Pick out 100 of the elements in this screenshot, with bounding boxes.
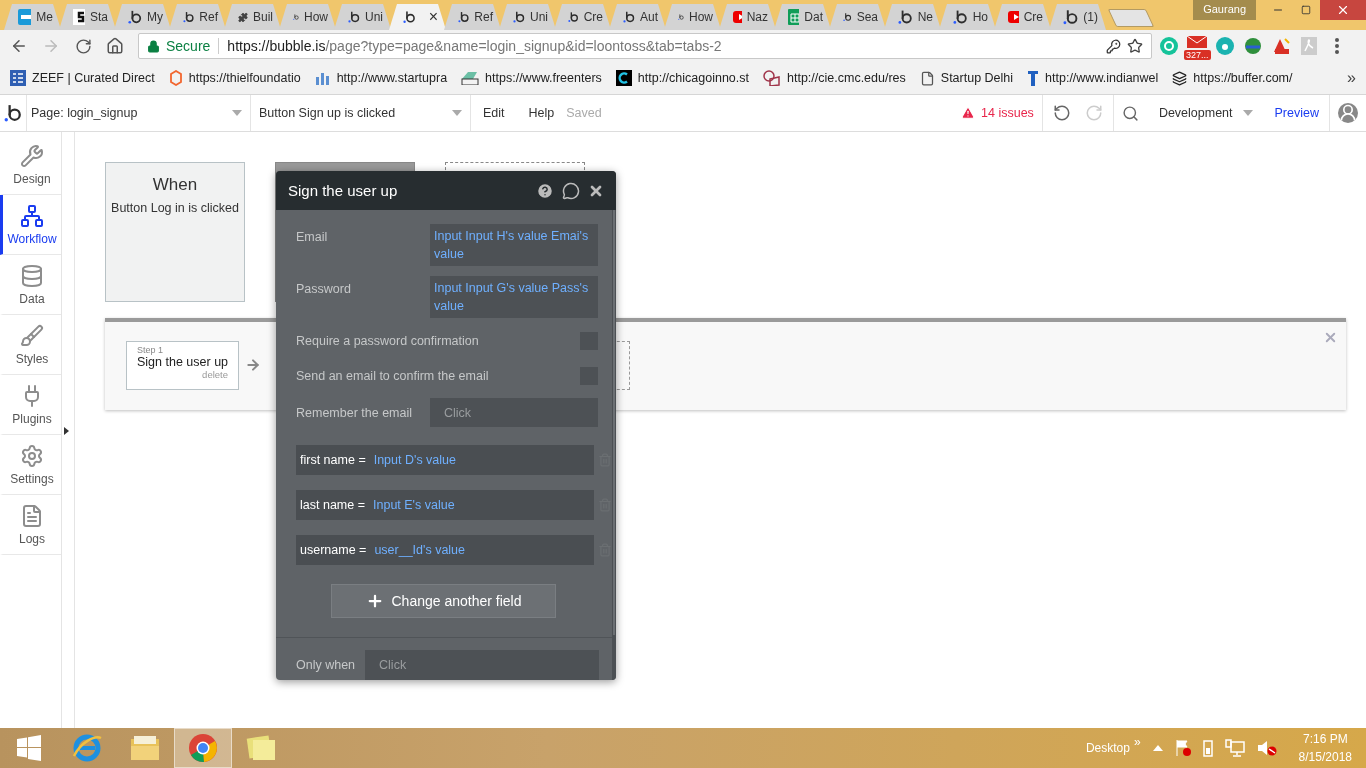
field-assignment[interactable]: last name = Input E's value [296,490,594,520]
search-icon[interactable] [1121,104,1139,122]
bubble-logo-icon [4,104,22,122]
issues-button[interactable]: 14 issues [953,95,1043,131]
event-name: Button Log in is clicked [111,201,239,215]
browser-tab[interactable]: × [389,4,446,30]
extension-icon[interactable] [1158,35,1180,57]
browser-tab[interactable]: Ne [884,4,941,30]
bookmark[interactable]: http://www.indianwel [1027,70,1159,86]
sidebar-tab[interactable]: Logs [0,495,61,555]
play-icon [1008,11,1019,23]
event-dropdown[interactable]: Button Sign up is clicked [251,95,471,131]
expression-field[interactable]: Input Input H's value Emai's value [430,224,598,266]
expand-caret-icon[interactable] [64,427,69,435]
browser-tab[interactable]: Sta [59,4,116,30]
comment-icon[interactable] [562,181,580,200]
field-assignment[interactable]: first name = Input D's value [296,445,594,475]
menu-icon [1335,38,1339,54]
mode-dropdown[interactable]: Development [1146,106,1265,120]
bookmark[interactable]: ZEEF | Curated Direct [10,70,155,86]
bookmark[interactable]: Startup Delhi [919,70,1014,86]
browser-tab[interactable]: Me [4,4,61,30]
bookmark[interactable]: http://cie.cmc.edu/res [763,70,906,86]
play-icon [733,11,742,23]
sidebar-tab[interactable]: Design [0,135,61,195]
reload-icon [74,37,92,55]
browser-tab[interactable]: Ref [444,4,501,30]
sidebar-tab[interactable]: Settings [0,435,61,495]
browser-tab[interactable]: Aut [609,4,666,30]
expression-field[interactable]: Input Input G's value Pass's value [430,276,598,318]
event-card[interactable]: When Button Log in is clicked [105,162,245,302]
warning-icon [961,106,976,120]
key-icon[interactable] [1106,38,1121,54]
app-logo-icon [615,70,632,86]
network-icon[interactable] [1224,739,1245,757]
close-button[interactable] [1320,0,1366,20]
browser-tab[interactable]: Cre [554,4,611,30]
sidebar-tab[interactable]: Data [0,255,61,315]
mail-extension-button[interactable]: 327... [1186,35,1208,57]
brush-icon [20,323,44,348]
flag-icon[interactable] [1174,739,1191,757]
field-assignment[interactable]: username = user__Id's value [296,535,594,565]
change-field-button[interactable]: Change another field [331,584,556,619]
taskbar-app[interactable] [174,728,232,768]
battery-icon[interactable] [1202,739,1213,757]
grid-icon [10,70,26,86]
browser-tab[interactable]: Sea [829,4,886,30]
browser-tab[interactable]: Buil [224,4,281,30]
bubble-logo-icon [623,9,635,25]
browser-tab[interactable]: Ref [169,4,226,30]
browser-tab[interactable]: Uni [334,4,391,30]
browser-tab[interactable]: My [114,4,171,30]
close-tab-button[interactable]: × [428,8,438,26]
address-bar[interactable]: Secure https://bubble.is/page?type=page&name=login_signup&id=loontoss&tab=tabs-2 [138,33,1152,59]
step-number: Step 1 [137,345,165,355]
muted-speaker-icon[interactable] [1256,739,1277,757]
caret-icon [452,110,462,116]
tray-up-icon[interactable] [1152,745,1163,751]
bubble-logo-icon [183,9,195,25]
tray-icon [461,71,480,85]
browser-tab[interactable]: Dat [774,4,831,30]
browser-tab[interactable]: Uni [499,4,556,30]
browser-tab[interactable]: Ho [939,4,996,30]
bubble-logo-icon [1063,9,1079,25]
forward-arrow-icon [42,37,60,55]
bubble-logo-icon [568,9,579,25]
undo-button[interactable] [1052,104,1071,122]
browser-tab[interactable]: Naz [719,4,776,30]
bubble-logo-icon [458,9,470,25]
bookmark[interactable]: http://www.startupra [314,71,448,85]
bookmark[interactable]: https://buffer.com/ [1172,70,1293,86]
browser-tab[interactable]: How [664,4,721,30]
chrome-icon [188,733,218,763]
more-bookmarks-button[interactable]: » [1347,69,1356,87]
caret-icon [232,110,242,116]
bookmark[interactable]: https://thielfoundatio [168,70,301,86]
browser-tab[interactable]: How [279,4,336,30]
sidebar-tab[interactable]: Styles [0,315,61,375]
step-card[interactable]: Step 1 Sign the user up delete [126,341,239,390]
browser-tab[interactable]: (1) [1049,4,1106,30]
sidebar-tab[interactable]: Workflow [0,195,61,255]
browser-tab[interactable]: Cre [994,4,1051,30]
extension-icon[interactable] [1214,35,1236,57]
star-icon[interactable] [1127,38,1143,54]
redo-button[interactable] [1084,104,1103,122]
new-tab-button[interactable] [1107,9,1155,27]
pdf-icon[interactable] [1298,35,1320,57]
field-label: Send an email to confirm the email [296,368,489,383]
condition-label: Only when [296,658,356,672]
save-status: Saved [566,106,602,120]
menu-item[interactable]: Edit [471,106,517,120]
bubble-logo-icon [898,9,913,25]
avatar-icon[interactable] [1338,103,1358,123]
preview-link[interactable]: Preview [1264,95,1330,131]
bookmark[interactable]: http://chicagoinno.st [615,70,749,86]
sidebar-tab[interactable]: Plugins [0,375,61,435]
help-icon[interactable] [536,181,554,200]
bookmark[interactable]: https://www.freenters [461,71,602,85]
page-dropdown[interactable]: Page: login_signup [27,95,251,131]
menu-item[interactable]: Help [516,106,567,120]
